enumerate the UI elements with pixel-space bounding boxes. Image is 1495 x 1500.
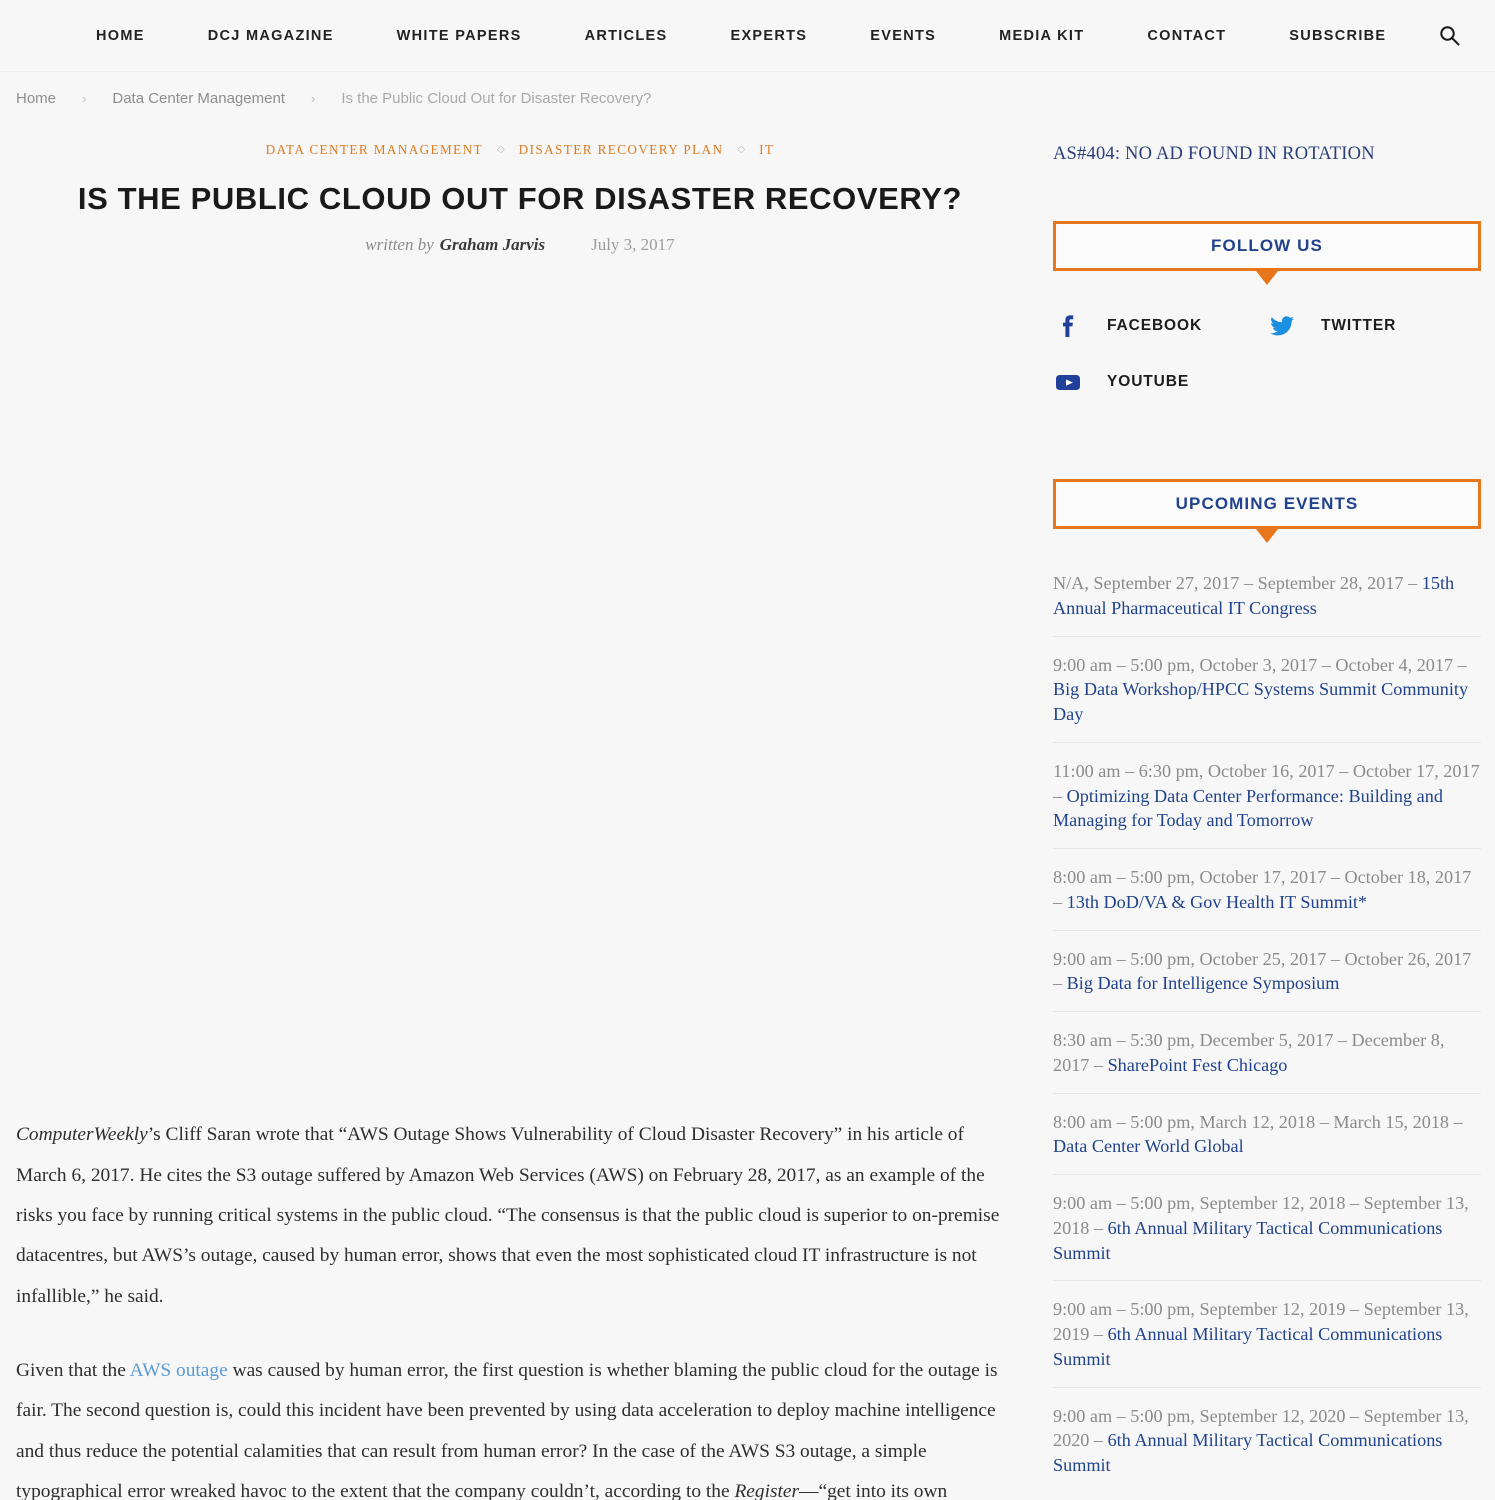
youtube-icon [1053, 367, 1083, 397]
list-item: 9:00 am – 5:00 pm, September 12, 2018 – … [1053, 1175, 1481, 1282]
event-title-link[interactable]: Big Data for Intelligence Symposium [1067, 973, 1340, 993]
list-item: 9:00 am – 5:00 pm, September 12, 2019 – … [1053, 1281, 1481, 1388]
nav-item-home[interactable]: HOME [96, 28, 145, 44]
nav-item-articles[interactable]: ARTICLES [585, 28, 668, 44]
list-item: 8:00 am – 5:00 pm, October 17, 2017 – Oc… [1053, 849, 1481, 931]
twitter-icon [1267, 311, 1297, 341]
category-link-it[interactable]: IT [759, 142, 774, 158]
diamond-separator-icon: ◇ [496, 143, 505, 155]
nav-item-dcj-magazine[interactable]: DCJ MAGAZINE [208, 28, 334, 44]
event-date: 8:00 am – 5:00 pm, October 17, 2017 – Oc… [1053, 867, 1472, 887]
register-reference: Register [734, 1481, 800, 1500]
featured-image-placeholder [0, 255, 1040, 1116]
event-date: 9:00 am – 5:00 pm, October 25, 2017 – Oc… [1053, 948, 1472, 969]
social-label-facebook: FACEBOOK [1107, 317, 1203, 334]
aws-outage-link[interactable]: AWS outage [130, 1360, 228, 1381]
byline-prefix: written by [365, 235, 434, 255]
social-link-facebook[interactable]: FACEBOOK [1053, 311, 1267, 341]
breadcrumb-home[interactable]: Home [16, 90, 56, 107]
article-body: ComputerWeekly’s Cliff Saran wrote that … [0, 1115, 1040, 1500]
event-title-link[interactable]: Optimizing Data Center Performance: Buil… [1053, 786, 1443, 831]
category-link-data-center-management[interactable]: DATA CENTER MANAGEMENT [266, 142, 483, 158]
list-item: 9:00 am – 5:00 pm, September 12, 2020 – … [1053, 1388, 1481, 1493]
sidebar: AS#404: NO AD FOUND IN ROTATION FOLLOW U… [1040, 124, 1495, 1493]
ad-rotation-notice[interactable]: AS#404: NO AD FOUND IN ROTATION [1053, 144, 1481, 165]
article-paragraph: ComputerWeekly’s Cliff Saran wrote that … [16, 1115, 1018, 1317]
nav-item-media-kit[interactable]: MEDIA KIT [999, 28, 1084, 44]
event-dash: – [1403, 573, 1422, 593]
event-dash: – [1089, 1324, 1108, 1344]
breadcrumb-separator-icon: › [82, 90, 87, 106]
event-title-link[interactable]: 6th Annual Military Tactical Communicati… [1053, 1218, 1442, 1263]
follow-us-widget-header: FOLLOW US [1053, 221, 1481, 271]
event-date: 9:00 am – 5:00 pm, October 3, 2017 – Oct… [1053, 654, 1454, 675]
event-dash: – [1453, 654, 1467, 675]
breadcrumb-separator-icon: › [310, 90, 316, 106]
event-title-link[interactable]: 13th DoD/VA & Gov Health IT Summit* [1067, 892, 1367, 912]
list-item: 11:00 am – 6:30 pm, October 16, 2017 – O… [1053, 743, 1481, 849]
upcoming-events-widget-header: UPCOMING EVENTS [1053, 479, 1481, 529]
main-navigation: HOME DCJ MAGAZINE WHITE PAPERS ARTICLES … [0, 0, 1495, 72]
paragraph-text: ’s Cliff Saran wrote that “AWS Outage Sh… [16, 1124, 1000, 1307]
article-category-list: DATA CENTER MANAGEMENT ◇ DISASTER RECOVE… [0, 142, 1040, 158]
list-item: 8:30 am – 5:30 pm, December 5, 2017 – De… [1053, 1012, 1481, 1094]
upcoming-events-title: UPCOMING EVENTS [1175, 494, 1359, 513]
page-title: IS THE PUBLIC CLOUD OUT FOR DISASTER REC… [77, 181, 963, 216]
event-dash: – [1089, 1217, 1108, 1238]
list-item: N/A, September 27, 2017 – September 28, … [1053, 555, 1481, 637]
event-title-link[interactable]: 6th Annual Military Tactical Communicati… [1053, 1324, 1442, 1369]
list-item: 9:00 am – 5:00 pm, October 3, 2017 – Oct… [1053, 637, 1481, 743]
breadcrumb-current: Is the Public Cloud Out for Disaster Rec… [341, 89, 652, 107]
events-list: N/A, September 27, 2017 – September 28, … [1053, 555, 1481, 1493]
event-title-link[interactable]: Data Center World Global [1053, 1136, 1244, 1156]
article-header: DATA CENTER MANAGEMENT ◇ DISASTER RECOVE… [0, 124, 1040, 255]
event-dash: – [1053, 891, 1067, 912]
page-layout: DATA CENTER MANAGEMENT ◇ DISASTER RECOVE… [0, 124, 1495, 1500]
follow-us-title: FOLLOW US [1211, 236, 1323, 255]
breadcrumb-category[interactable]: Data Center Management [112, 90, 285, 107]
publication-name: ComputerWeekly [16, 1124, 148, 1146]
nav-item-events[interactable]: EVENTS [870, 28, 936, 44]
upcoming-events-widget: UPCOMING EVENTS N/A, September 27, 2017 … [1053, 479, 1481, 1493]
article-paragraph: Given that the AWS outage was caused by … [16, 1351, 1018, 1500]
diamond-separator-icon: ◇ [737, 143, 746, 155]
event-title-link[interactable]: SharePoint Fest Chicago [1108, 1055, 1288, 1075]
social-label-youtube: YOUTUBE [1107, 373, 1190, 390]
event-dash: – [1053, 973, 1067, 994]
event-title-link[interactable]: 6th Annual Military Tactical Communicati… [1053, 1430, 1442, 1475]
publish-date: July 3, 2017 [591, 235, 675, 255]
event-date: 11:00 am – 6:30 pm, October 16, 2017 – O… [1053, 760, 1480, 781]
nav-item-subscribe[interactable]: SUBSCRIBE [1289, 28, 1386, 44]
event-title-link[interactable]: Big Data Workshop/HPCC Systems Summit Co… [1053, 679, 1468, 724]
author-link[interactable]: Graham Jarvis [440, 235, 545, 255]
paragraph-text: Given that the [16, 1359, 130, 1381]
list-item: 9:00 am – 5:00 pm, October 25, 2017 – Oc… [1053, 931, 1481, 1012]
social-links-list: FACEBOOK TWITTER YOUTUBE [1053, 311, 1481, 423]
event-date: N/A, September 27, 2017 – September 28, … [1053, 573, 1404, 593]
breadcrumb: Home › Data Center Management › Is the P… [0, 72, 1495, 124]
list-item: 8:00 am – 5:00 pm, March 12, 2018 – Marc… [1053, 1094, 1481, 1175]
category-link-disaster-recovery-plan[interactable]: DISASTER RECOVERY PLAN [519, 142, 724, 158]
follow-us-widget: FOLLOW US FACEBOOK TWITTER YOUTUBE [1053, 221, 1481, 423]
event-date: 8:00 am – 5:00 pm, March 12, 2018 – Marc… [1053, 1111, 1450, 1132]
event-dash: – [1089, 1054, 1108, 1075]
event-dash: – [1449, 1111, 1463, 1132]
main-content: DATA CENTER MANAGEMENT ◇ DISASTER RECOVE… [0, 124, 1040, 1500]
social-label-twitter: TWITTER [1321, 317, 1397, 334]
nav-item-experts[interactable]: EXPERTS [730, 28, 807, 44]
search-icon[interactable] [1438, 25, 1460, 47]
article-byline: written by Graham Jarvis July 3, 2017 [0, 235, 1040, 255]
event-dash: – [1089, 1430, 1108, 1451]
social-link-youtube[interactable]: YOUTUBE [1053, 367, 1267, 397]
nav-item-white-papers[interactable]: WHITE PAPERS [397, 28, 522, 44]
nav-item-contact[interactable]: CONTACT [1147, 28, 1226, 44]
social-link-twitter[interactable]: TWITTER [1267, 311, 1481, 341]
event-dash: – [1053, 785, 1067, 806]
facebook-icon [1053, 311, 1083, 341]
